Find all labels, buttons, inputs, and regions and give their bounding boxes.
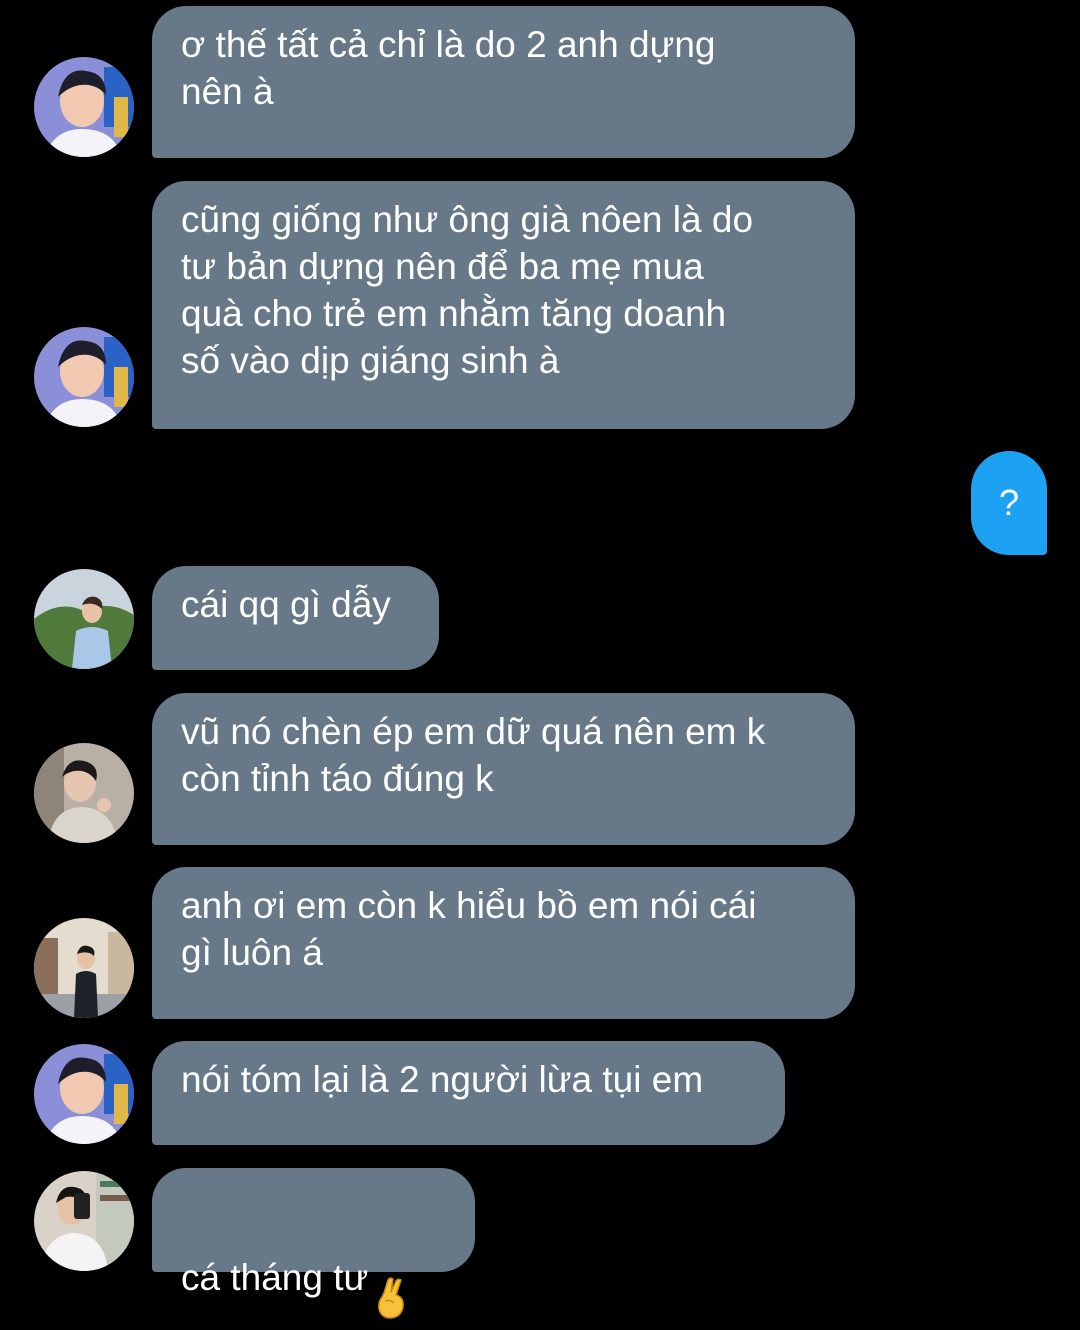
avatar[interactable] <box>34 743 134 843</box>
message-bubble[interactable]: nói tóm lại là 2 người lừa tụi em <box>152 1041 785 1145</box>
avatar[interactable] <box>34 57 134 157</box>
message-bubble[interactable]: anh ơi em còn k hiểu bồ em nói cái gì lu… <box>152 867 855 1019</box>
avatar[interactable] <box>34 1044 134 1144</box>
avatar[interactable] <box>34 1171 134 1271</box>
message-bubble[interactable]: cũng giống như ông già nôen là do tư bản… <box>152 181 855 429</box>
crossed-fingers-icon <box>374 1230 410 1330</box>
message-bubble[interactable]: cái qq gì dẫy <box>152 566 439 670</box>
message-bubble[interactable]: vũ nó chèn ép em dữ quá nên em k còn tỉn… <box>152 693 855 845</box>
message-bubble[interactable]: ơ thế tất cả chỉ là do 2 anh dựng nên à <box>152 6 855 158</box>
avatar[interactable] <box>34 327 134 427</box>
outgoing-message-bubble[interactable]: ? <box>971 451 1047 555</box>
avatar[interactable] <box>34 918 134 1018</box>
message-text: cá tháng tư <box>181 1256 369 1298</box>
avatar[interactable] <box>34 569 134 669</box>
message-bubble[interactable]: cá tháng tư <box>152 1168 475 1319</box>
